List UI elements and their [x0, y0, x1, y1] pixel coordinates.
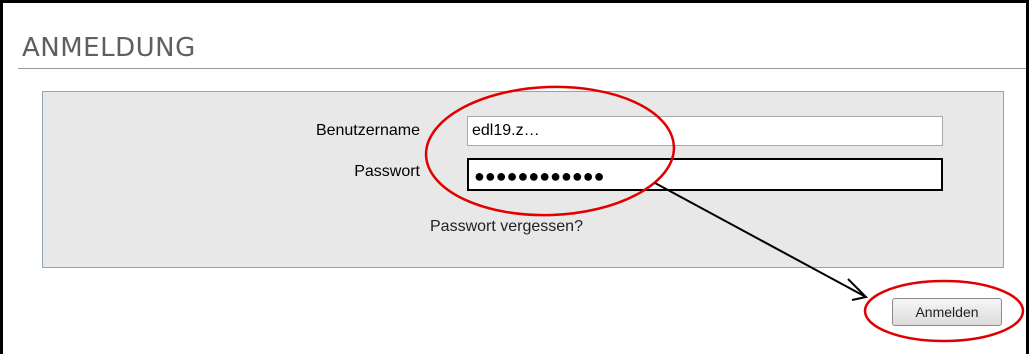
title-divider: [18, 68, 1026, 69]
page-title: ANMELDUNG: [22, 33, 196, 63]
login-button[interactable]: Anmelden: [892, 298, 1002, 326]
forgot-password-link[interactable]: Passwort vergessen?: [430, 218, 583, 236]
username-input[interactable]: edl19.z…: [467, 116, 943, 146]
username-label: Benutzername: [315, 122, 420, 139]
password-label: Passwort: [354, 163, 420, 180]
password-input[interactable]: ●●●●●●●●●●●●: [467, 158, 943, 191]
